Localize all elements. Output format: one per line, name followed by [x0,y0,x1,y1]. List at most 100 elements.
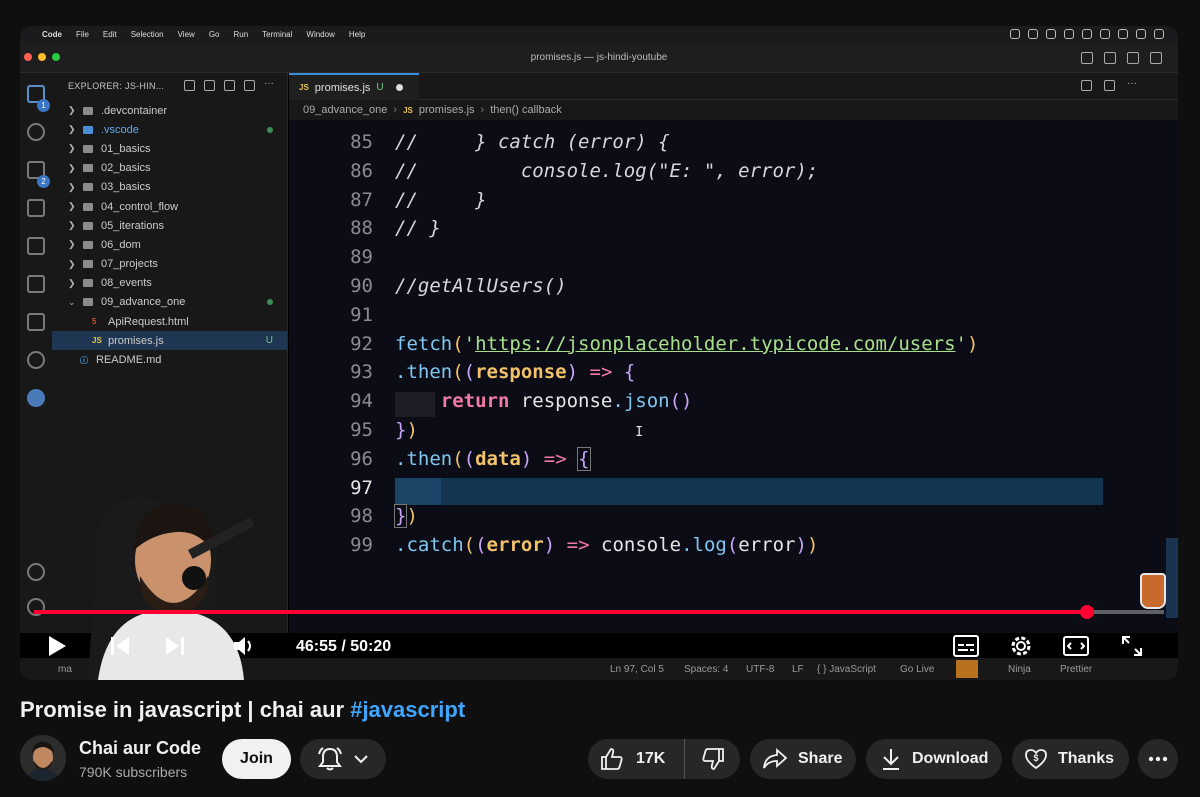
more-actions-button[interactable] [1138,739,1178,779]
code-text: }) [393,504,418,529]
chevron-right-icon: ❯ [68,277,76,288]
code-line: 95}) I [289,419,1178,448]
modified-dot [267,299,273,306]
extensions-icon [27,237,45,255]
share-button[interactable]: Share [750,739,856,779]
tree-folder: ❯ 08_events [52,274,287,293]
kite-icon [27,389,45,407]
dislike-button[interactable] [685,739,740,779]
player-controls: 46:55 / 50:20 [20,622,1178,670]
video-player[interactable]: Code File Edit Selection View Go Run Ter… [20,26,1178,680]
tray-icon [1082,29,1092,39]
chevron-right-icon: ❯ [68,258,76,269]
breadcrumb-separator: › [480,104,485,116]
subtitles-icon[interactable] [952,634,980,658]
file-tree: ❯ .devcontainer ❯ .vscode ❯ 01_basics ❯ 02_b… [52,101,287,370]
channel-avatar[interactable] [20,735,66,781]
dislike-icon [702,748,724,770]
play-icon[interactable] [46,634,68,658]
like-icon [601,748,623,770]
download-icon [883,749,899,770]
line-number: 87 [350,188,373,211]
folder-icon [83,221,93,230]
toggle-panel-icon [1104,52,1116,64]
volume-icon[interactable] [232,635,256,657]
line-number: 97 [350,476,373,499]
unsaved-dot [395,84,403,91]
code-line: 99 .catch((error) => console.log(error)) [289,534,1178,563]
line-number: 92 [350,332,373,355]
video-title: Promise in javascript | chai aur #javasc… [20,697,465,723]
html-file-icon: 5 [92,317,97,327]
svg-text:$: $ [1033,753,1038,763]
tree-label: promises.js [108,334,164,347]
menu-code: Code [42,30,62,39]
tree-folder: ❯ 05_iterations [52,216,287,235]
theater-icon[interactable] [1062,634,1090,658]
current-line-highlight [395,477,1103,505]
menu-window: Window [306,30,335,39]
like-count: 17K [636,750,666,767]
folder-icon [83,279,93,288]
breadcrumb-symbol: then() callback [490,104,562,116]
info-file-icon: ⓘ [80,355,88,365]
tree-label: 05_iterations [101,219,164,232]
line-number: 94 [350,390,373,413]
code-text: }) I [395,418,644,441]
tree-label: 03_basics [101,181,151,194]
chevron-right-icon: ❯ [68,181,76,192]
line-number: 90 [350,274,373,297]
scm-badge: 2 [37,175,50,188]
tree-label: 07_projects [101,258,158,271]
video-title-text: Promise in javascript | chai aur [20,697,345,722]
hashtag-link[interactable]: #javascript [350,697,465,722]
progress-played [34,610,1088,614]
code-text: return response.json() [440,390,693,413]
explorer-badge: 1 [37,99,50,112]
chevron-right-icon: ❯ [68,162,76,173]
folder-icon [83,202,93,211]
code-line: 86 // console.log("E: ", error); [289,160,1178,189]
split-editor-icon [1104,80,1115,91]
tree-label: 09_advance_one [101,296,186,309]
join-button[interactable]: Join [222,739,291,779]
like-button[interactable]: 17K [588,739,685,779]
code-line: 93 .then((response) => { [289,361,1178,390]
tree-label: 01_basics [101,142,151,155]
code-line: 89 [289,246,1178,275]
more-icon [1148,756,1168,762]
customize-layout-icon [1150,52,1162,64]
previous-icon[interactable] [109,636,131,656]
tray-icon [1064,29,1074,39]
tree-folder: ❯ 04_control_flow [52,197,287,216]
fullscreen-icon[interactable] [1120,634,1144,658]
download-button[interactable]: Download [866,739,1002,779]
chevron-down-icon [354,755,368,764]
modified-dot [267,126,273,133]
progress-bar[interactable] [34,605,1164,619]
subscribed-notifications-button[interactable] [300,739,386,779]
channel-name[interactable]: Chai aur Code [79,738,201,759]
editor-actions: ··· [1081,79,1138,91]
folder-icon [83,298,93,307]
tree-folder: ❯ 07_projects [52,255,287,274]
line-number: 98 [350,505,373,528]
download-label: Download [912,750,989,767]
line-number: 86 [350,159,373,182]
tree-folder: ❯ .devcontainer [52,101,287,120]
folder-icon [83,183,93,192]
chevron-right-icon: ❯ [68,143,76,154]
next-icon[interactable] [164,636,186,656]
tree-folder: ❯ .vscode [52,120,287,139]
explorer-toolbar: ··· [184,79,275,91]
layout-controls [1081,52,1162,64]
code-line: 98}) [289,504,1178,534]
gear-icon[interactable] [1008,633,1034,659]
new-folder-icon [204,80,215,91]
activity-bar: 1 2 [20,73,52,633]
cursor-indent-highlight [395,477,441,505]
folder-icon [83,240,93,249]
tree-folder: ❯ 03_basics [52,178,287,197]
code-text: .catch((error) => console.log(error)) [395,534,819,557]
thanks-button[interactable]: $ Thanks [1012,739,1129,779]
